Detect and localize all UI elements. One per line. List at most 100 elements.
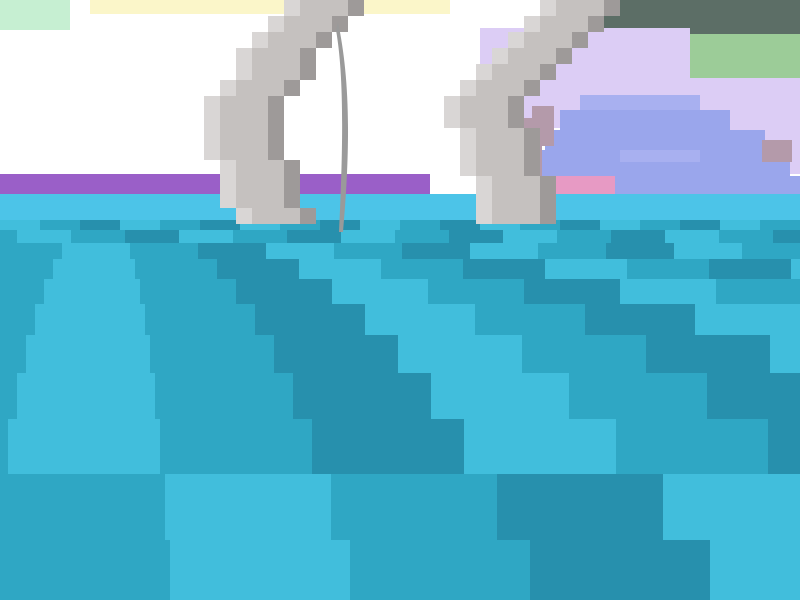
water-tile	[160, 220, 201, 231]
water-tile	[395, 230, 450, 244]
bone-block	[252, 32, 268, 48]
bone-block	[268, 128, 284, 144]
bone-block	[524, 32, 540, 48]
bone-block	[540, 64, 556, 80]
bone-block	[268, 208, 284, 224]
water-tile	[130, 243, 199, 260]
bone-block	[204, 96, 220, 112]
water-tile	[760, 220, 800, 231]
water-tile	[560, 220, 601, 231]
bone-block	[556, 48, 572, 64]
water-tile	[707, 373, 800, 420]
bone-block	[220, 112, 236, 128]
water-tile	[680, 220, 721, 231]
water-tile	[402, 243, 471, 260]
bone-block	[284, 160, 300, 176]
bone-block	[508, 208, 524, 224]
water-tile	[545, 259, 628, 280]
water-tile	[0, 220, 41, 231]
bone-block	[220, 80, 236, 96]
bone-block	[268, 112, 284, 128]
water-tile	[53, 259, 136, 280]
water-tile	[716, 279, 800, 305]
bone-block	[220, 192, 236, 208]
water-tile	[198, 243, 267, 260]
water-tile	[274, 335, 399, 374]
water-tile	[125, 230, 180, 244]
bone-block	[508, 32, 524, 48]
water-tile	[236, 279, 333, 305]
bone-block	[284, 208, 300, 224]
water-tile	[768, 419, 800, 475]
water-tile	[791, 259, 800, 280]
water-tile	[720, 220, 761, 231]
bone-block	[284, 0, 300, 16]
water-tile	[255, 304, 366, 336]
bone-block	[252, 144, 268, 160]
bone-block	[492, 64, 508, 80]
bone-block	[220, 128, 236, 144]
water-tile	[331, 474, 498, 541]
water-tile	[449, 230, 504, 244]
bone-block	[444, 112, 460, 128]
bone-block	[268, 48, 284, 64]
bone-block	[220, 176, 236, 192]
bone-block	[236, 176, 252, 192]
green-cloud	[690, 34, 800, 78]
bone-block	[492, 112, 508, 128]
water-tile	[646, 335, 771, 374]
water-tile	[719, 230, 774, 244]
bone-block	[268, 32, 284, 48]
bone-block	[204, 128, 220, 144]
bone-block	[236, 80, 252, 96]
water-tile	[709, 259, 792, 280]
bone-block	[332, 0, 348, 16]
bone-block	[556, 16, 572, 32]
bone-block	[524, 192, 540, 208]
bone-block	[540, 32, 556, 48]
purple-shore	[0, 174, 430, 196]
bone-block	[204, 112, 220, 128]
bone-block	[284, 64, 300, 80]
game-viewport[interactable]	[0, 0, 800, 600]
bone-block	[252, 160, 268, 176]
bone-block	[540, 0, 556, 16]
water-tile	[640, 220, 681, 231]
bone-block	[252, 48, 268, 64]
water-tile	[503, 230, 558, 244]
bone-block	[508, 144, 524, 160]
bone-block	[268, 160, 284, 176]
water-tile	[606, 243, 675, 260]
water-tile	[17, 373, 156, 420]
bone-block	[284, 48, 300, 64]
bone-block	[492, 48, 508, 64]
water-tile	[217, 259, 300, 280]
bone-block	[252, 192, 268, 208]
water-tile	[0, 243, 63, 260]
bone-block	[316, 0, 332, 16]
bone-block	[300, 0, 316, 16]
bone-block	[236, 208, 252, 224]
bone-block	[492, 80, 508, 96]
water-tile	[665, 230, 720, 244]
bone-block	[476, 144, 492, 160]
water-tile	[266, 243, 335, 260]
water-tile	[135, 259, 218, 280]
water-tile	[557, 230, 612, 244]
bone-block	[316, 16, 332, 32]
water-tile	[463, 259, 546, 280]
bone-block	[524, 48, 540, 64]
water-tile	[150, 335, 275, 374]
bone-block	[268, 80, 284, 96]
bone-block	[540, 16, 556, 32]
water-tile	[475, 304, 586, 336]
water-tile	[334, 243, 403, 260]
water-tile	[62, 243, 131, 260]
bone-block	[508, 160, 524, 176]
water-tile	[287, 230, 342, 244]
bone-block	[252, 208, 268, 224]
bone-block	[284, 16, 300, 32]
bone-block	[492, 208, 508, 224]
bone-block	[284, 80, 300, 96]
bone-block	[524, 176, 540, 192]
